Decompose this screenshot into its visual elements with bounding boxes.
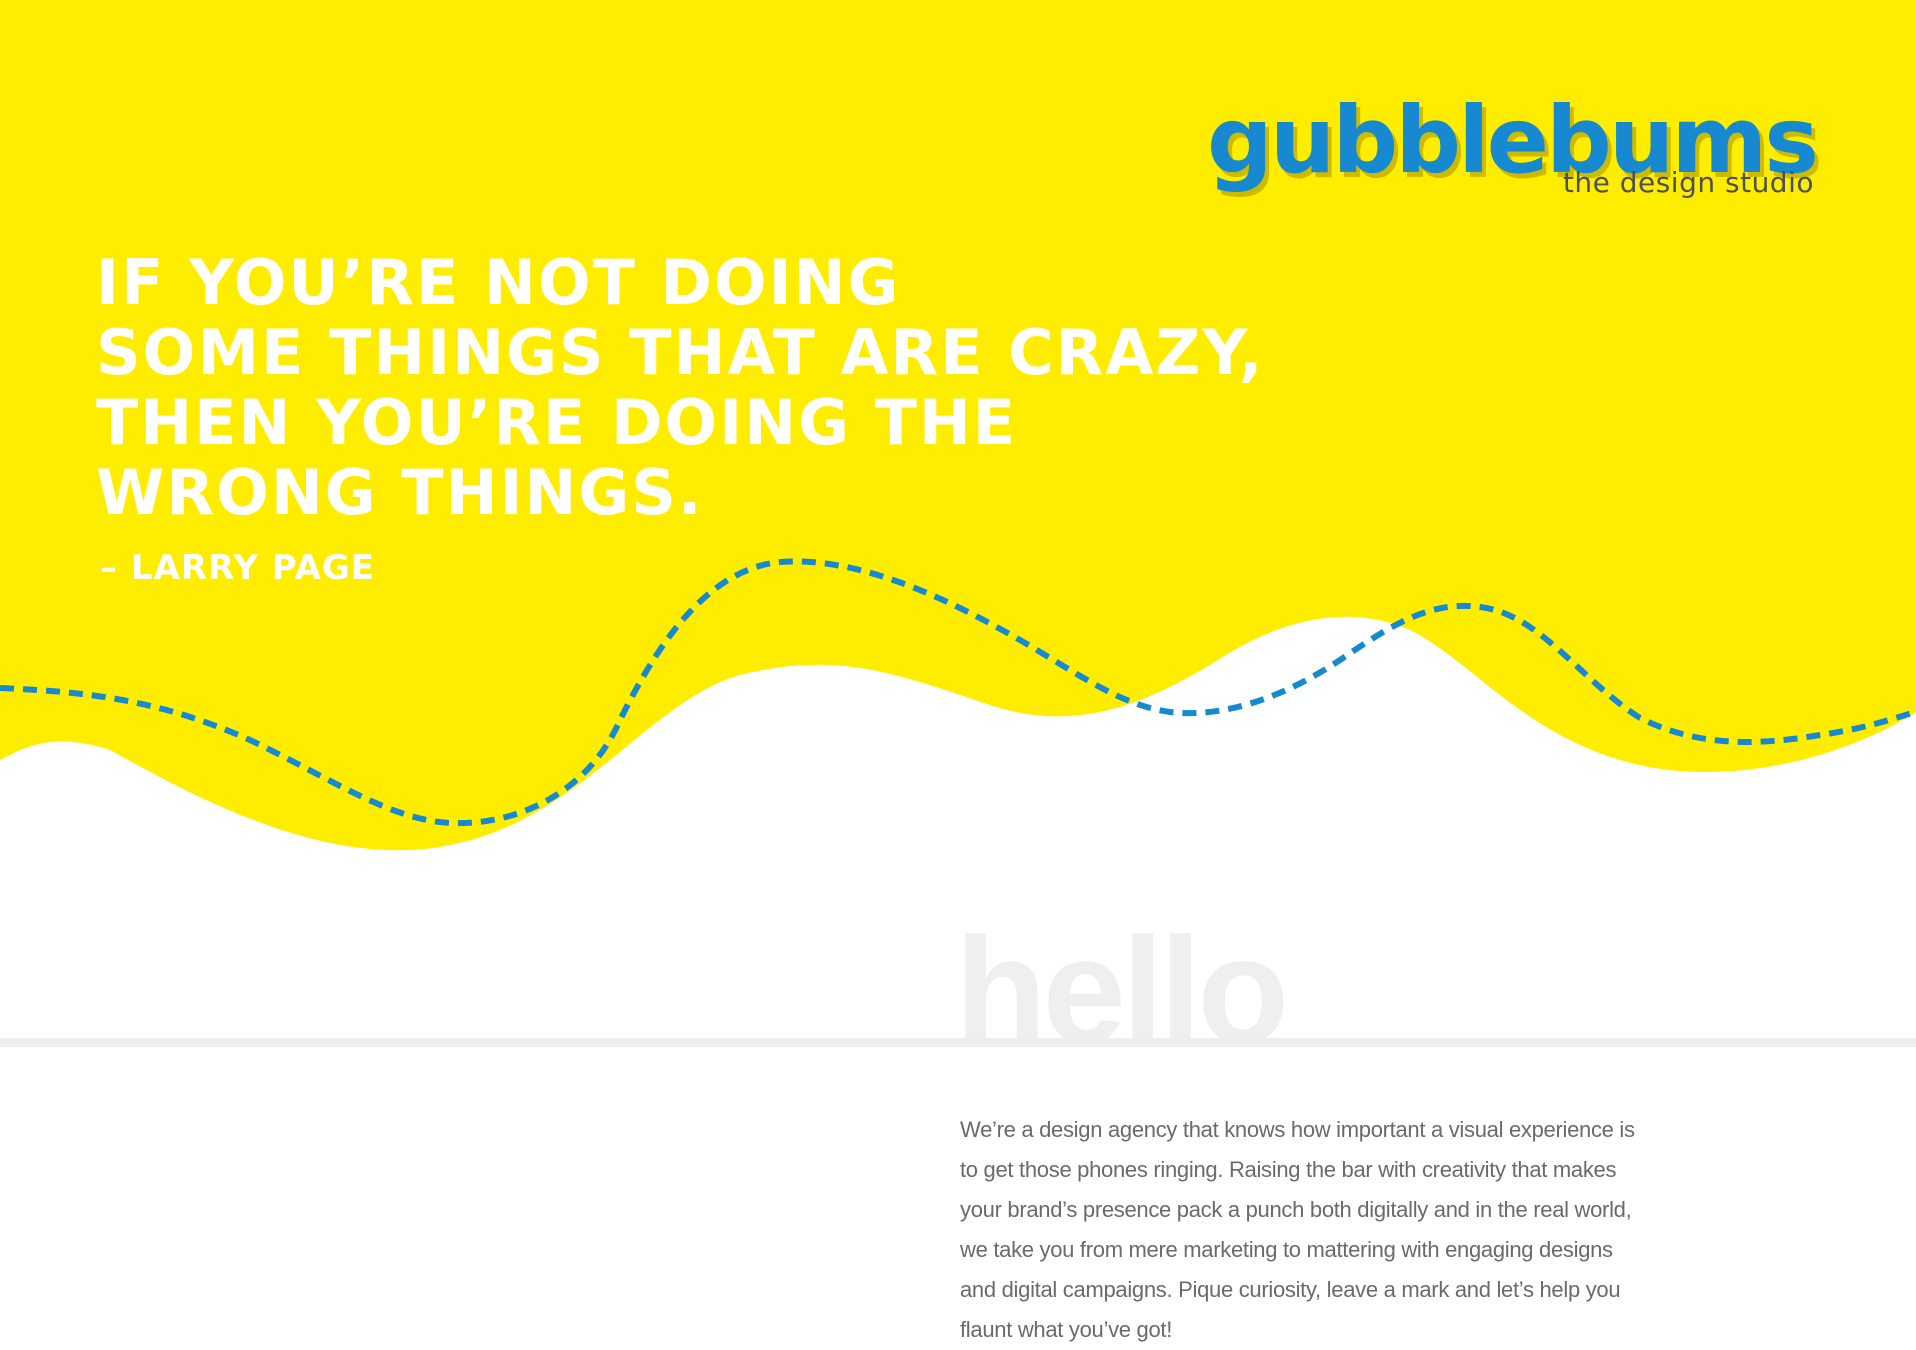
quote-line-1: IF YOU’RE NOT DOING: [96, 246, 901, 319]
quote-line-2: SOME THINGS THAT ARE CRAZY,: [96, 316, 1265, 389]
quote-author: – LARRY PAGE: [100, 548, 376, 588]
quote-line-3: THEN YOU’RE DOING THE: [96, 386, 1018, 459]
hero-quote: IF YOU’RE NOT DOING SOME THINGS THAT ARE…: [96, 248, 1276, 528]
quote-line-4: WRONG THINGS.: [96, 456, 704, 529]
intro-paragraph: We’re a design agency that knows how imp…: [960, 1117, 1635, 1342]
logo-tagline: the design studio: [1562, 166, 1814, 199]
gubblebums-logo[interactable]: gubblebums the design studio: [1207, 95, 1820, 215]
hello-heading: hello: [955, 930, 1286, 1040]
section-divider: [0, 1038, 1916, 1047]
